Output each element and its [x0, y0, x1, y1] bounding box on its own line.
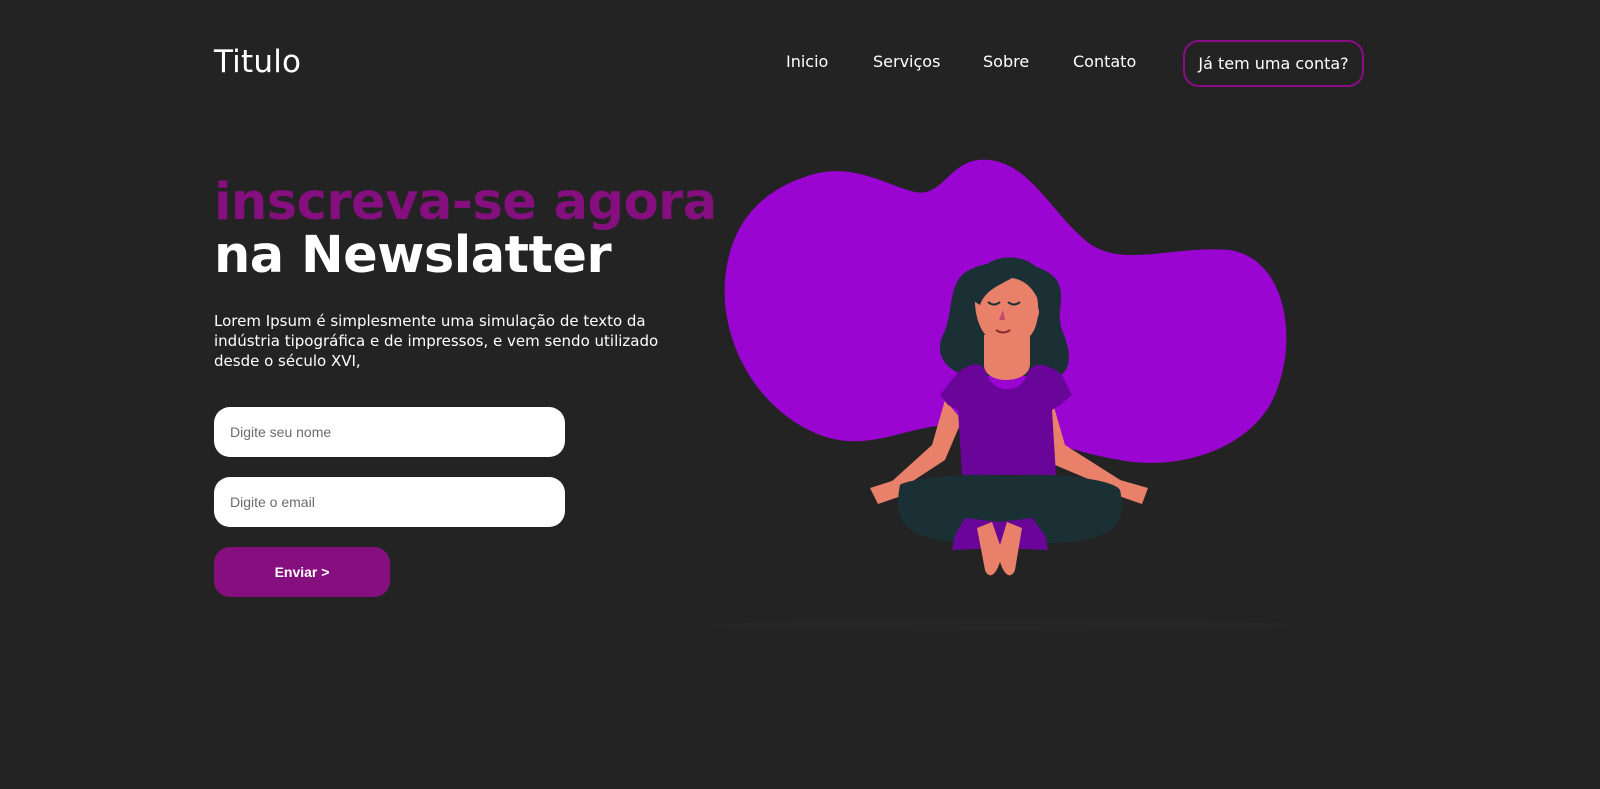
nav-link-inicio[interactable]: Inicio — [786, 52, 828, 71]
meditating-woman-illustration — [710, 159, 1290, 631]
nav-link-servicos[interactable]: Serviços — [873, 52, 940, 71]
nav-link-sobre[interactable]: Sobre — [983, 52, 1029, 71]
hero-title: inscreva-se agora na Newslatter — [214, 176, 734, 282]
hero-title-highlight: inscreva-se agora — [214, 173, 717, 232]
submit-button[interactable]: Enviar > — [214, 547, 390, 597]
email-input[interactable] — [214, 477, 565, 527]
nav-link-contato[interactable]: Contato — [1073, 52, 1136, 71]
login-button[interactable]: Já tem uma conta? — [1183, 40, 1364, 87]
hero-title-main: na Newslatter — [214, 226, 612, 285]
hero-description: Lorem Ipsum é simplesmente uma simulação… — [214, 312, 659, 370]
site-header: Titulo Inicio Serviços Sobre Contato Já … — [0, 0, 1600, 128]
floor-shadow — [710, 619, 1290, 631]
name-input[interactable] — [214, 407, 565, 457]
ear — [1027, 304, 1039, 320]
